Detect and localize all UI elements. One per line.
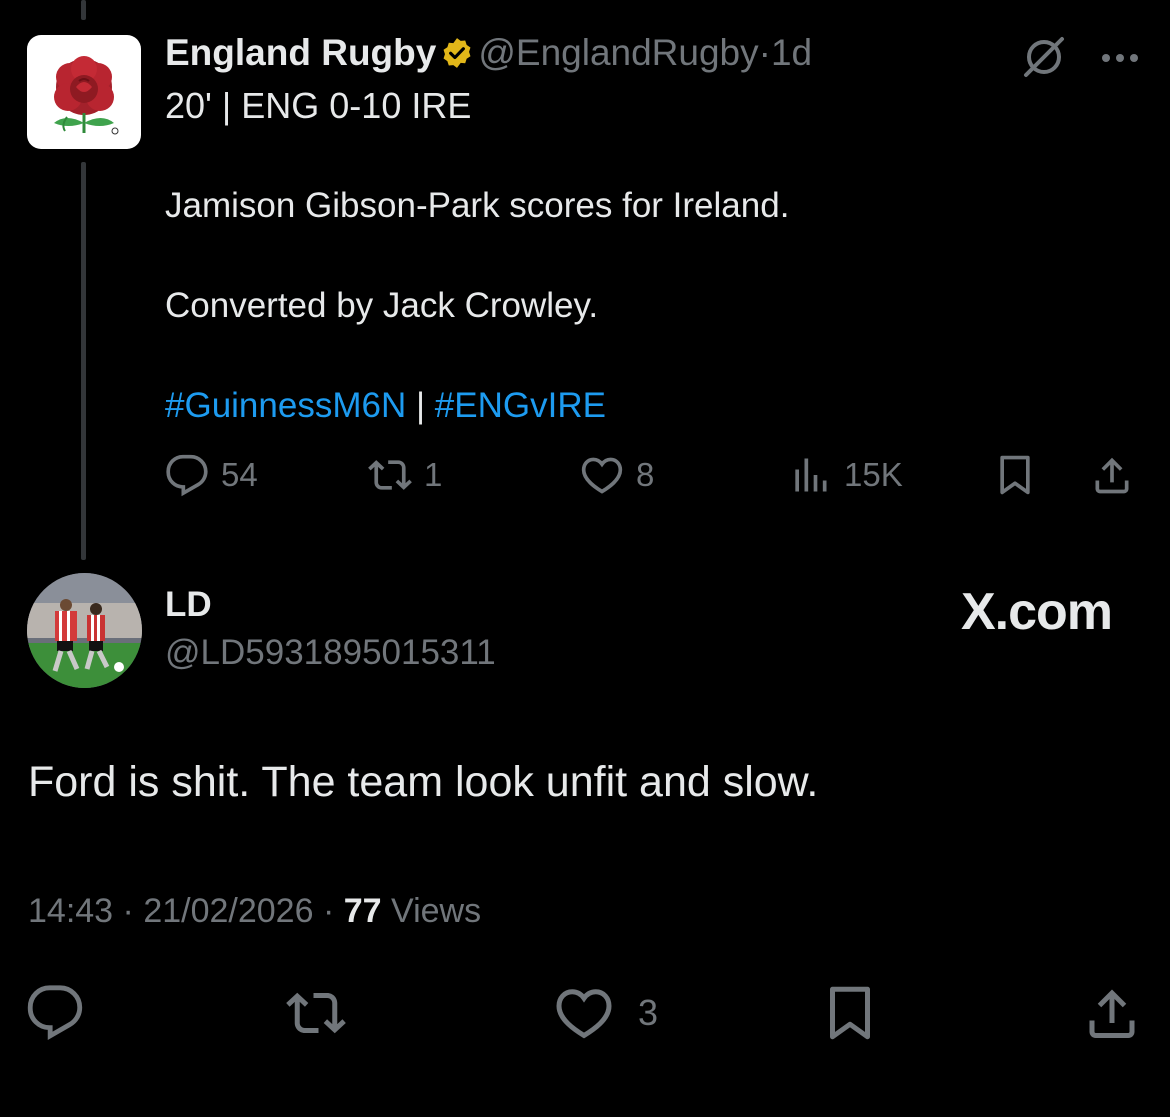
hashtag-link[interactable]: #ENGvIRE xyxy=(435,386,606,425)
reply-views-label: Views xyxy=(391,892,482,930)
repost-count: 1 xyxy=(424,456,443,493)
score-line: 20' | ENG 0-10 IRE xyxy=(165,85,472,126)
grok-icon[interactable] xyxy=(1022,35,1066,84)
views-count: 15K xyxy=(844,456,903,493)
thread-line-top xyxy=(81,0,86,20)
share-icon xyxy=(1095,457,1129,494)
reply-like-count: 3 xyxy=(638,992,659,1033)
reply-meta: 14:43 · 21/02/2026 · 77 Views xyxy=(28,892,481,931)
bookmark-icon xyxy=(830,986,870,1040)
tweet-text-line: Converted by Jack Crowley. xyxy=(165,286,599,325)
like-button[interactable]: 8 xyxy=(580,453,654,497)
author-handle[interactable]: @EnglandRugby xyxy=(478,32,758,73)
tweet-age[interactable]: 1d xyxy=(771,32,812,73)
x-brand-watermark: X.com xyxy=(960,583,1113,641)
reply-button[interactable]: 54 xyxy=(165,453,258,497)
reply-bookmark-button[interactable] xyxy=(820,983,880,1043)
reply-count: 54 xyxy=(221,456,258,493)
views-icon xyxy=(795,458,827,492)
repost-icon xyxy=(368,460,412,490)
author-name[interactable]: England Rugby xyxy=(165,32,436,73)
tweet-top-actions xyxy=(1022,35,1140,84)
football-player-photo xyxy=(27,573,142,688)
reply-repost-button[interactable] xyxy=(286,983,346,1043)
reply-share-button[interactable] xyxy=(1082,983,1142,1043)
bookmark-icon xyxy=(1000,455,1030,495)
separator-dot: · xyxy=(758,32,771,73)
separator-dot: · xyxy=(122,892,134,930)
like-count: 8 xyxy=(636,456,655,493)
ld-avatar[interactable] xyxy=(27,573,142,688)
thread-line xyxy=(81,162,86,560)
reply-icon xyxy=(27,985,83,1041)
red-rose-logo-icon xyxy=(54,56,119,135)
hashtag-link[interactable]: #GuinnessM6N xyxy=(165,386,406,425)
share-icon xyxy=(1089,989,1135,1038)
reply-author-handle[interactable]: @LD5931895015311 xyxy=(165,633,496,673)
hashtag-separator: | xyxy=(415,386,426,425)
bookmark-button[interactable] xyxy=(993,453,1037,497)
reply-date[interactable]: 21/02/2026 xyxy=(143,892,313,930)
views-button[interactable]: 15K xyxy=(788,453,903,497)
england-rugby-avatar[interactable] xyxy=(27,35,141,149)
repost-icon xyxy=(286,992,346,1034)
reply-reply-button[interactable] xyxy=(26,983,84,1041)
like-icon xyxy=(581,457,623,494)
more-icon[interactable] xyxy=(1100,51,1140,69)
reply-views-count: 77 xyxy=(343,892,382,930)
reply-like-button[interactable]: 3 xyxy=(554,983,658,1043)
reply-author-name[interactable]: LD xyxy=(165,585,212,625)
verified-badge-icon xyxy=(440,35,474,81)
reply-text: Ford is shit. The team look unfit and sl… xyxy=(28,758,819,806)
like-icon xyxy=(556,989,612,1039)
separator-dot: · xyxy=(322,892,335,930)
tweet-text-line: Jamison Gibson-Park scores for Ireland. xyxy=(165,186,790,225)
reply-icon xyxy=(166,454,208,497)
tweet-header: England Rugby @EnglandRugby·1d xyxy=(165,30,812,81)
reply-time[interactable]: 14:43 xyxy=(28,892,113,930)
hashtags: #GuinnessM6N | #ENGvIRE xyxy=(165,384,606,428)
repost-button[interactable]: 1 xyxy=(368,453,442,497)
share-button[interactable] xyxy=(1090,453,1134,497)
